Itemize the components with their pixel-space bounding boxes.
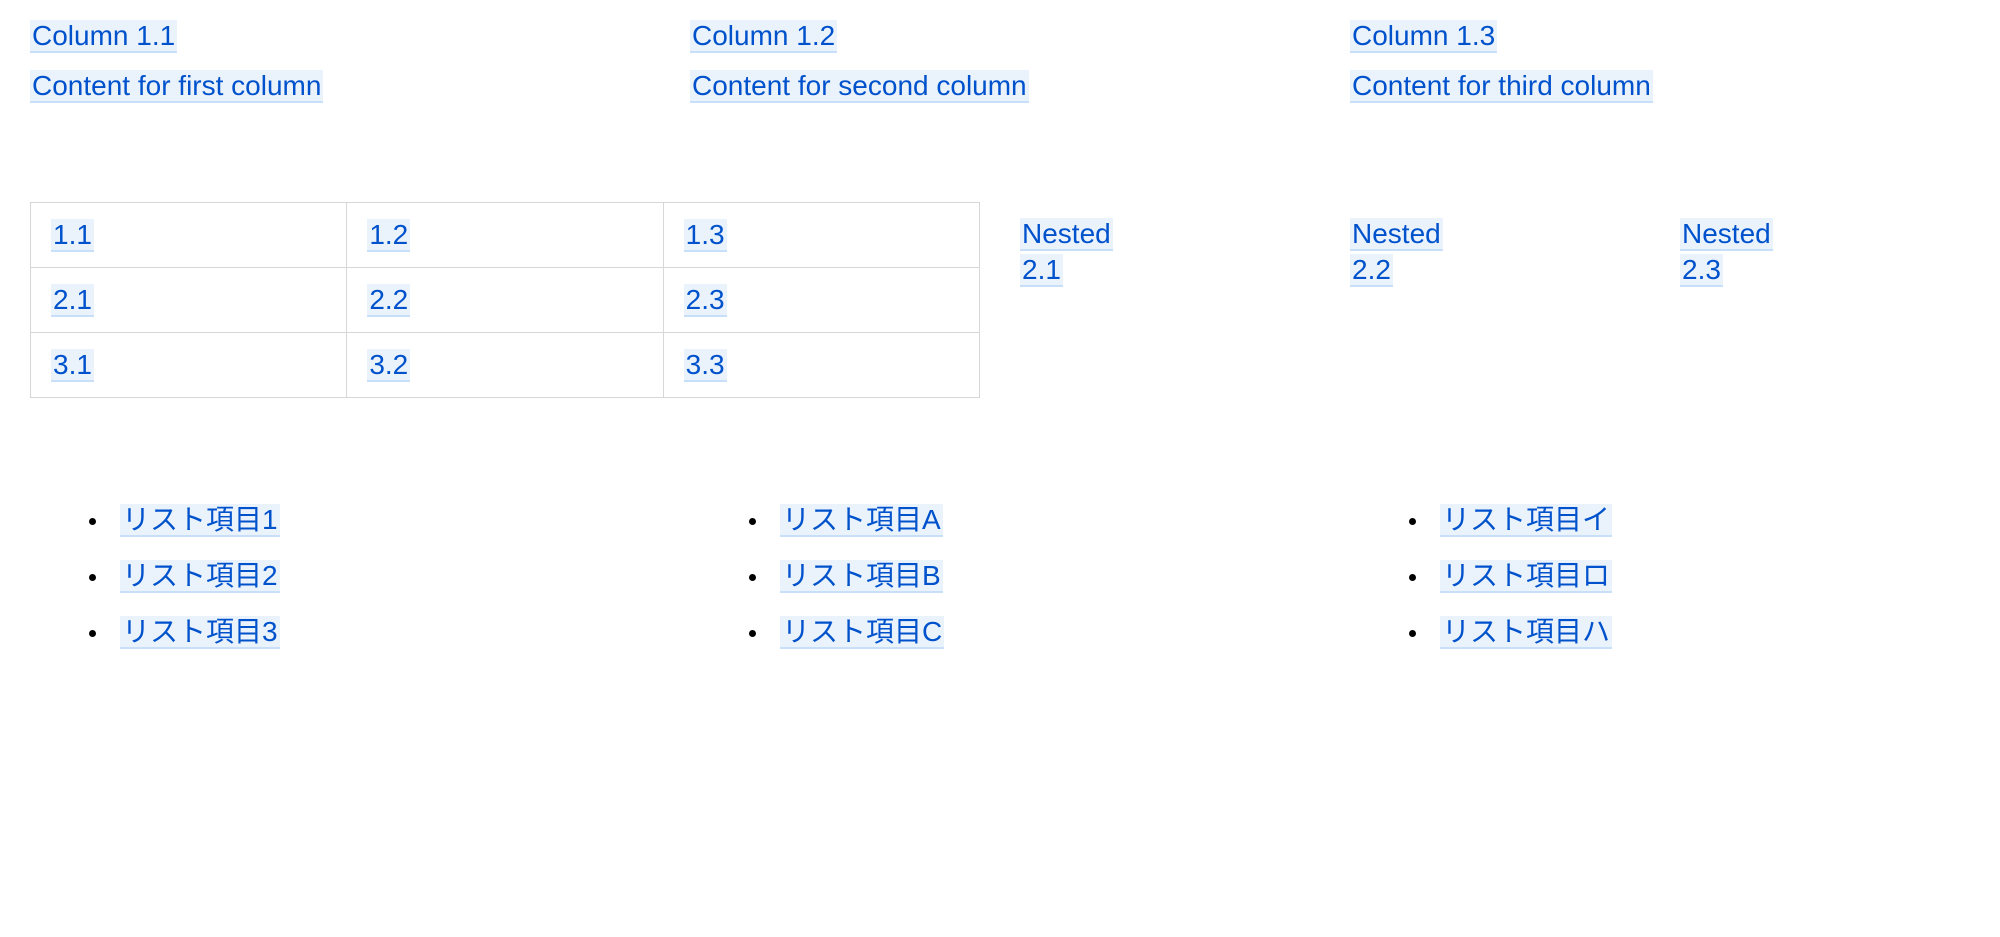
column-content[interactable]: Content for second column (690, 70, 1029, 103)
cell-link[interactable]: 3.3 (684, 349, 727, 382)
table-cell: 2.1 (31, 268, 347, 333)
table-row: 1.1 1.2 1.3 (31, 203, 980, 268)
cell-link[interactable]: 2.3 (684, 284, 727, 317)
cell-link[interactable]: 2.1 (51, 284, 94, 317)
column-block-2: Column 1.2 Content for second column (690, 20, 1310, 102)
table-cell: 1.2 (347, 203, 663, 268)
table-row: 2.1 2.2 2.3 (31, 268, 980, 333)
list-item: リスト項目ハ (1430, 610, 1970, 650)
data-table: 1.1 1.2 1.3 2.1 2.2 2.3 3.1 3.2 3.3 (30, 202, 980, 398)
column-block-3: Column 1.3 Content for third column (1350, 20, 1970, 102)
nested-link-line2[interactable]: 2.3 (1680, 254, 1723, 287)
table-wrap: 1.1 1.2 1.3 2.1 2.2 2.3 3.1 3.2 3.3 (30, 202, 980, 398)
list-link[interactable]: リスト項目イ (1440, 504, 1612, 537)
cell-link[interactable]: 3.1 (51, 349, 94, 382)
nested-link-line1[interactable]: Nested (1350, 218, 1443, 251)
list-item: リスト項目3 (110, 610, 650, 650)
list-item: リスト項目B (770, 554, 1310, 594)
list-link[interactable]: リスト項目ロ (1440, 560, 1612, 593)
column-content[interactable]: Content for third column (1350, 70, 1653, 103)
table-cell: 2.3 (663, 268, 979, 333)
list-item: リスト項目2 (110, 554, 650, 594)
list-link[interactable]: リスト項目1 (120, 504, 280, 537)
cell-link[interactable]: 1.1 (51, 219, 94, 252)
list-item: リスト項目A (770, 498, 1310, 538)
table-cell: 1.1 (31, 203, 347, 268)
table-nested-section: 1.1 1.2 1.3 2.1 2.2 2.3 3.1 3.2 3.3 Nest… (30, 202, 1970, 398)
nested-link-line1[interactable]: Nested (1020, 218, 1113, 251)
list-item: リスト項目1 (110, 498, 650, 538)
cell-link[interactable]: 3.2 (367, 349, 410, 382)
column-content[interactable]: Content for first column (30, 70, 323, 103)
cell-link[interactable]: 2.2 (367, 284, 410, 317)
list-link[interactable]: リスト項目ハ (1440, 616, 1612, 649)
list-link[interactable]: リスト項目A (780, 504, 943, 537)
list-link[interactable]: リスト項目3 (120, 616, 280, 649)
table-cell: 3.1 (31, 333, 347, 398)
list-item: リスト項目C (770, 610, 1310, 650)
table-cell: 1.3 (663, 203, 979, 268)
table-cell: 3.2 (347, 333, 663, 398)
column-header[interactable]: Column 1.2 (690, 20, 837, 53)
bullet-list-3: リスト項目イ リスト項目ロ リスト項目ハ (1350, 498, 1970, 666)
nested-link-line2[interactable]: 2.1 (1020, 254, 1063, 287)
nested-cell-1: Nested 2.1 (1020, 202, 1310, 286)
table-cell: 3.3 (663, 333, 979, 398)
bullet-list-2: リスト項目A リスト項目B リスト項目C (690, 498, 1310, 666)
column-header[interactable]: Column 1.1 (30, 20, 177, 53)
nested-cell-3: Nested 2.3 (1680, 202, 1970, 286)
column-block-1: Column 1.1 Content for first column (30, 20, 650, 102)
column-header[interactable]: Column 1.3 (1350, 20, 1497, 53)
nested-cell-2: Nested 2.2 (1350, 202, 1640, 286)
cell-link[interactable]: 1.2 (367, 219, 410, 252)
nested-link-line1[interactable]: Nested (1680, 218, 1773, 251)
list-link[interactable]: リスト項目C (780, 616, 944, 649)
table-row: 3.1 3.2 3.3 (31, 333, 980, 398)
nested-link-line2[interactable]: 2.2 (1350, 254, 1393, 287)
bullet-list-1: リスト項目1 リスト項目2 リスト項目3 (30, 498, 650, 666)
table-cell: 2.2 (347, 268, 663, 333)
cell-link[interactable]: 1.3 (684, 219, 727, 252)
list-link[interactable]: リスト項目2 (120, 560, 280, 593)
lists-section: リスト項目1 リスト項目2 リスト項目3 リスト項目A リスト項目B リスト項目… (30, 498, 1970, 666)
list-item: リスト項目ロ (1430, 554, 1970, 594)
list-item: リスト項目イ (1430, 498, 1970, 538)
columns-section: Column 1.1 Content for first column Colu… (30, 20, 1970, 102)
list-link[interactable]: リスト項目B (780, 560, 943, 593)
